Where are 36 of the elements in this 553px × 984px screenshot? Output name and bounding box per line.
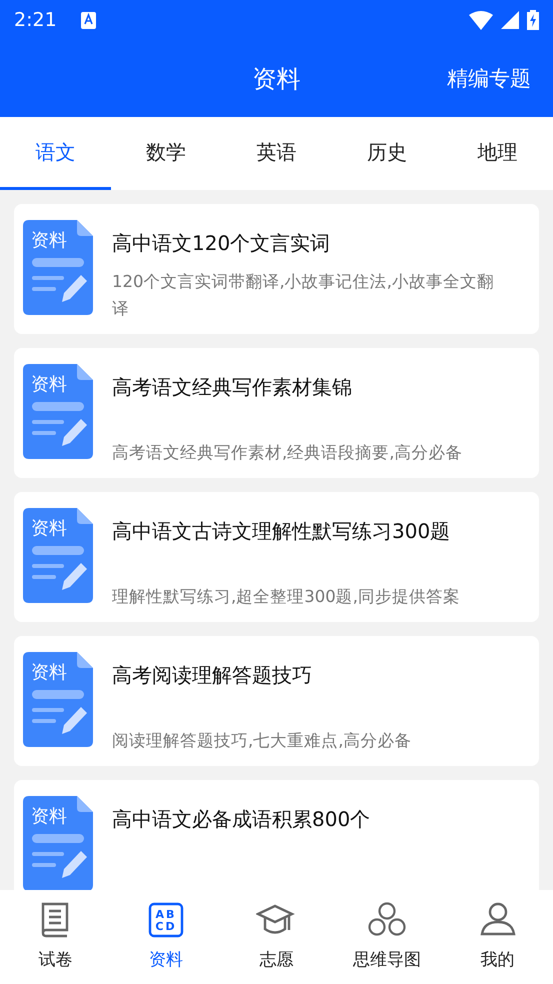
subject-tab[interactable]: 语文 bbox=[0, 117, 111, 190]
bottom-nav-item[interactable]: 试卷 bbox=[0, 890, 111, 984]
material-title: 高中语文必备成语积累800个 bbox=[112, 806, 370, 833]
page-title: 资料 bbox=[252, 64, 300, 94]
document-icon: 资料 bbox=[23, 652, 93, 747]
material-description: 理解性默写练习,超全整理300题,同步提供答案 bbox=[112, 586, 460, 608]
document-icon: 资料 bbox=[23, 508, 93, 603]
material-title: 高考阅读理解答题技巧 bbox=[112, 662, 313, 689]
material-card[interactable]: 资料 高中语文古诗文理解性默写练习300题 理解性默写练习,超全整理300题,同步提供答案 bbox=[14, 492, 539, 622]
material-card[interactable]: 资料 高考阅读理解答题技巧 阅读理解答题技巧,七大重难点,高分必备 bbox=[14, 636, 539, 766]
keyboard-app-icon bbox=[80, 12, 96, 28]
document-icon: 资料 bbox=[23, 796, 93, 890]
featured-topics-link[interactable]: 精编专题 bbox=[447, 62, 531, 94]
material-description: 120个文言实词带翻译,小故事记住法,小故事全文翻译 bbox=[112, 271, 495, 320]
material-description: 阅读理解答题技巧,七大重难点,高分必备 bbox=[112, 730, 412, 752]
material-title: 高中语文120个文言实词 bbox=[112, 230, 332, 257]
bottom-nav-item[interactable]: 思维导图 bbox=[332, 890, 442, 984]
document-icon: 资料 bbox=[23, 364, 93, 459]
status-time: 2:21 bbox=[14, 8, 57, 33]
bottom-nav-item[interactable]: AB CD 资料 bbox=[110, 890, 222, 984]
document-icon: 资料 bbox=[23, 220, 93, 315]
bottom-nav-item[interactable]: 我的 bbox=[442, 890, 553, 984]
material-description: 高考语文经典写作素材,经典语段摘要,高分必备 bbox=[112, 442, 462, 464]
subject-tab[interactable]: 地理 bbox=[442, 117, 553, 190]
battery-icon bbox=[527, 10, 539, 30]
subject-tab[interactable]: 历史 bbox=[332, 117, 442, 190]
signal-icon bbox=[501, 11, 519, 29]
material-title: 高中语文古诗文理解性默写练习300题 bbox=[112, 518, 452, 545]
wifi-icon bbox=[469, 10, 493, 30]
material-card[interactable]: 资料 高考语文经典写作素材集锦 高考语文经典写作素材,经典语段摘要,高分必备 bbox=[14, 348, 539, 478]
material-title: 高考语文经典写作素材集锦 bbox=[112, 374, 353, 401]
subject-tab[interactable]: 数学 bbox=[110, 117, 222, 190]
material-card[interactable]: 资料 高中语文120个文言实词 120个文言实词带翻译,小故事记住法,小故事全文翻译 bbox=[14, 204, 539, 334]
material-card[interactable]: 资料 高中语文必备成语积累800个 bbox=[14, 780, 539, 890]
bottom-nav-item[interactable]: 志愿 bbox=[221, 890, 332, 984]
subject-tab[interactable]: 英语 bbox=[221, 117, 332, 190]
